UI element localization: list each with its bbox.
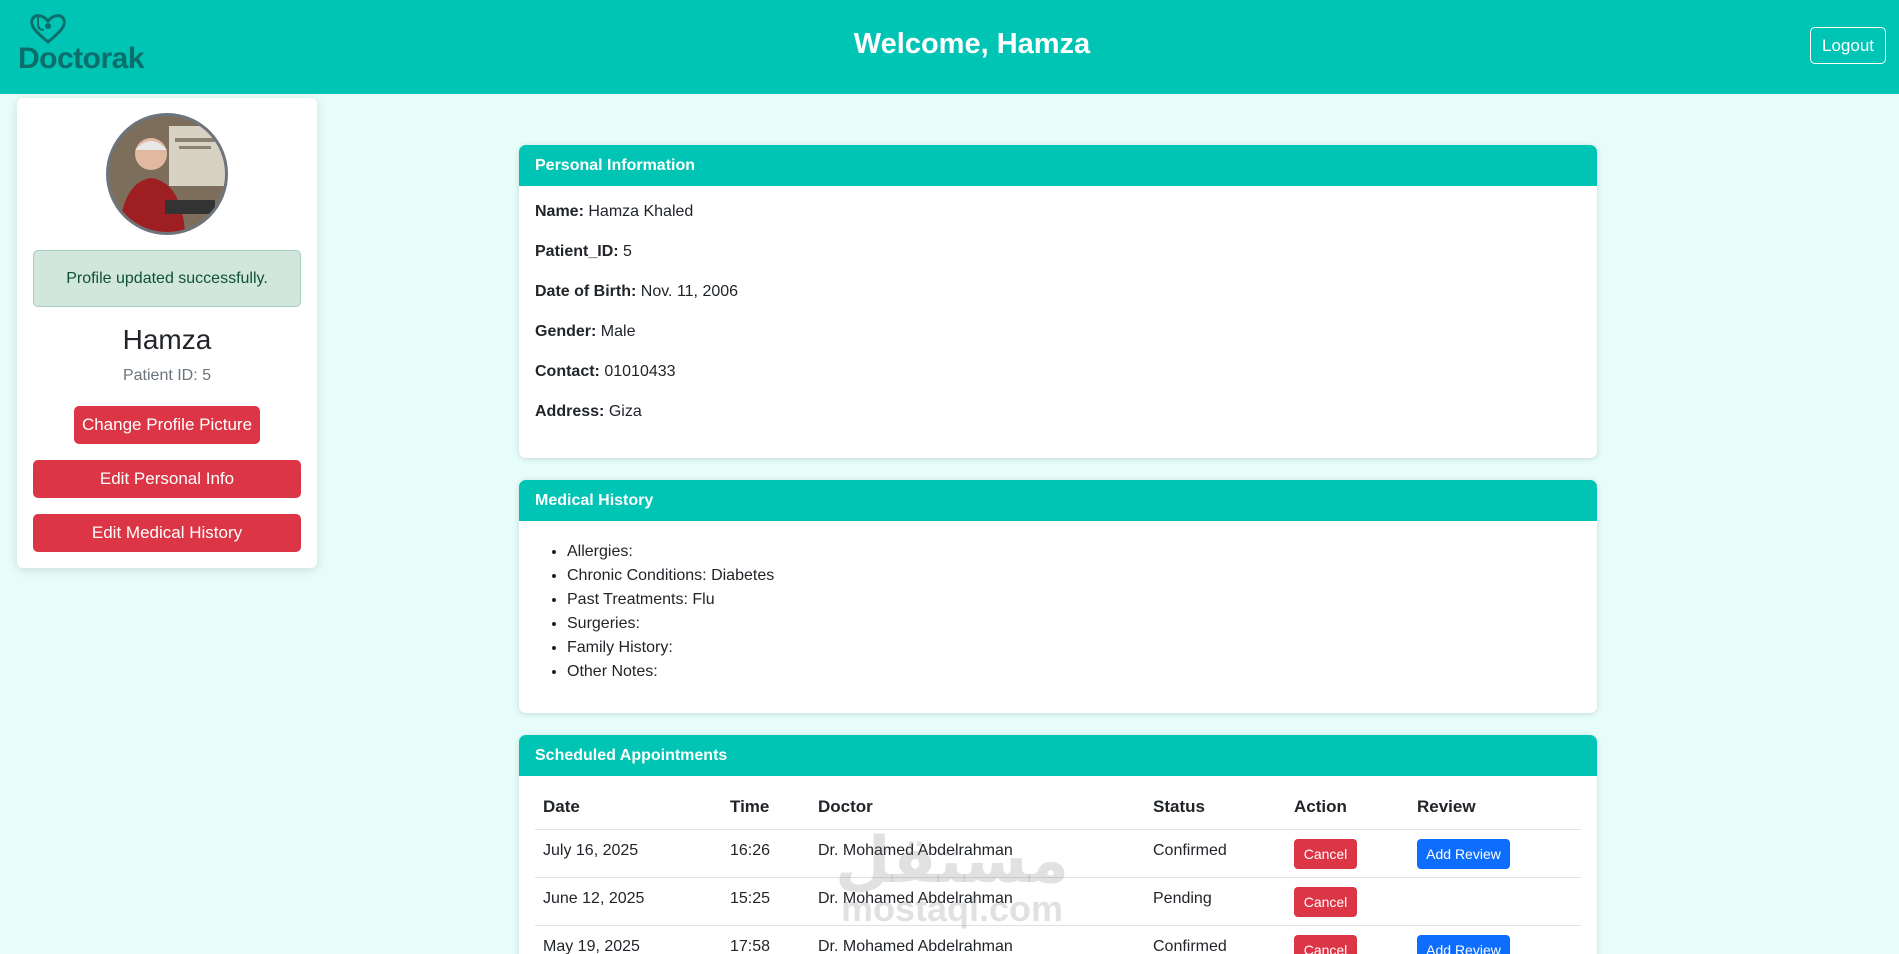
cancel-appointment-button[interactable]: Cancel	[1294, 935, 1357, 954]
profile-name: Hamza	[122, 324, 212, 355]
top-header: Doctorak Welcome, Hamza Logout	[0, 0, 1899, 94]
appointments-card: Scheduled Appointments Date Time Doctor …	[519, 735, 1597, 954]
info-name: Name: Hamza Khaled	[535, 203, 694, 220]
appointment-doctor: Dr. Mohamed Abdelrahman	[818, 938, 1013, 954]
column-header-doctor: Doctor	[818, 797, 873, 816]
column-header-review: Review	[1417, 797, 1476, 816]
cancel-appointment-button[interactable]: Cancel	[1294, 839, 1357, 869]
table-row: July 16, 2025 16:26 Dr. Mohamed Abdelrah…	[535, 829, 1581, 877]
list-item: Chronic Conditions: Diabetes	[567, 564, 774, 588]
medical-history-card: Medical History Allergies: Chronic Condi…	[519, 480, 1597, 713]
appointment-status: Confirmed	[1153, 842, 1227, 859]
profile-patient-id: Patient ID: 5	[122, 367, 212, 384]
appointment-time: 16:26	[730, 842, 771, 859]
column-header-time: Time	[730, 797, 770, 816]
list-item: Other Notes:	[567, 660, 774, 684]
appointment-status: Confirmed	[1153, 938, 1227, 954]
edit-personal-info-button[interactable]: Edit Personal Info	[33, 460, 301, 498]
profile-sidebar: Profile updated successfully. Hamza Pati…	[17, 98, 317, 568]
table-row: June 12, 2025 15:25 Dr. Mohamed Abdelrah…	[535, 877, 1581, 925]
appointment-time: 15:25	[730, 890, 771, 907]
add-review-button[interactable]: Add Review	[1417, 839, 1510, 869]
info-date-of-birth: Date of Birth: Nov. 11, 2006	[535, 283, 739, 300]
list-item: Surgeries:	[567, 612, 774, 636]
info-gender: Gender: Male	[535, 323, 636, 340]
list-item: Family History:	[567, 636, 774, 660]
success-alert: Profile updated successfully.	[33, 250, 301, 307]
column-header-status: Status	[1153, 797, 1205, 816]
column-header-date: Date	[543, 797, 580, 816]
personal-info-title: Personal Information	[519, 145, 1597, 186]
column-header-action: Action	[1294, 797, 1347, 816]
cancel-appointment-button[interactable]: Cancel	[1294, 887, 1357, 917]
appointments-title: Scheduled Appointments	[519, 735, 1597, 776]
table-row: May 19, 2025 17:58 Dr. Mohamed Abdelrahm…	[535, 925, 1581, 954]
personal-info-card: Personal Information Name: Hamza Khaled …	[519, 145, 1597, 458]
appointment-date: July 16, 2025	[543, 842, 639, 859]
medical-history-title: Medical History	[519, 480, 1597, 521]
appointment-status: Pending	[1153, 890, 1212, 907]
page-title: Welcome, Hamza	[853, 28, 1091, 60]
change-profile-picture-button[interactable]: Change Profile Picture	[74, 406, 260, 444]
appointment-date: June 12, 2025	[543, 890, 645, 907]
info-address: Address: Giza	[535, 403, 642, 420]
medical-history-list: Allergies: Chronic Conditions: Diabetes …	[567, 540, 774, 684]
appointment-doctor: Dr. Mohamed Abdelrahman	[818, 890, 1013, 907]
list-item: Allergies:	[567, 540, 774, 564]
edit-medical-history-button[interactable]: Edit Medical History	[33, 514, 301, 552]
avatar	[106, 113, 228, 235]
appointment-date: May 19, 2025	[543, 938, 640, 954]
appointment-doctor: Dr. Mohamed Abdelrahman	[818, 842, 1013, 859]
appointment-time: 17:58	[730, 938, 771, 954]
info-contact: Contact: 01010433	[535, 363, 676, 380]
add-review-button[interactable]: Add Review	[1417, 935, 1510, 954]
list-item: Past Treatments: Flu	[567, 588, 774, 612]
info-patient-id: Patient_ID: 5	[535, 243, 632, 260]
logout-button[interactable]: Logout	[1810, 27, 1886, 64]
